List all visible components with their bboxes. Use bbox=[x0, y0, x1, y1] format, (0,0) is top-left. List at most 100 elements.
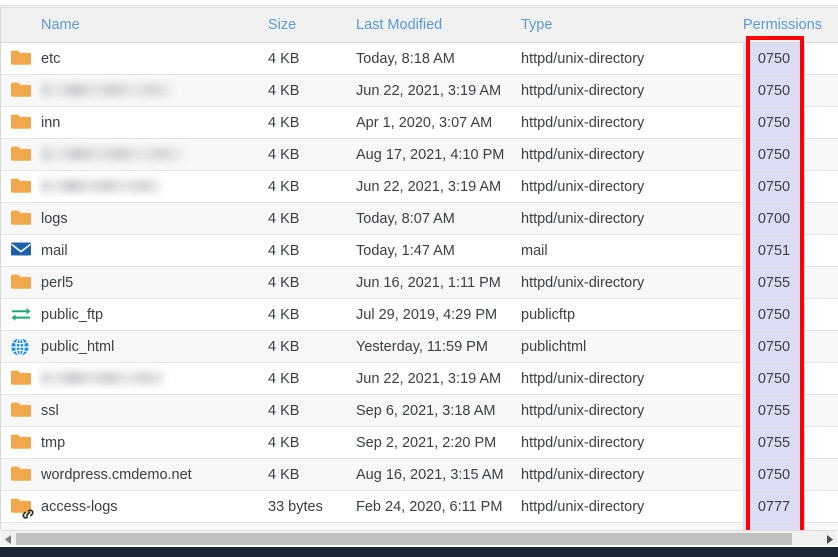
last-modified-cell: Today, 8:18 AM bbox=[356, 43, 521, 75]
folder-icon bbox=[10, 433, 32, 453]
permissions-cell[interactable]: 0755 bbox=[743, 267, 805, 299]
table-row[interactable]: etc4 KBToday, 8:18 AMhttpd/unix-director… bbox=[1, 43, 838, 75]
file-type-cell: publicftp bbox=[521, 299, 743, 331]
permissions-cell[interactable]: 0700 bbox=[743, 203, 805, 235]
last-modified-cell: Sep 2, 2021, 2:20 PM bbox=[356, 427, 521, 459]
permissions-label: 0750 bbox=[758, 83, 790, 99]
row-extra-cell bbox=[805, 459, 838, 491]
file-name-cell[interactable] bbox=[41, 171, 268, 203]
row-extra-cell bbox=[805, 395, 838, 427]
last-modified-label: Today, 8:18 AM bbox=[356, 51, 455, 67]
table-row[interactable]: 4 KBJun 22, 2021, 3:19 AMhttpd/unix-dire… bbox=[1, 171, 838, 203]
table-row[interactable]: tmp4 KBSep 2, 2021, 2:20 PMhttpd/unix-di… bbox=[1, 427, 838, 459]
file-type-cell: httpd/unix-directory bbox=[521, 363, 743, 395]
permissions-cell[interactable]: 0750 bbox=[743, 139, 805, 171]
permissions-cell[interactable]: 0777 bbox=[743, 523, 805, 531]
table-row[interactable]: www11 bytesFeb 24, 2020, 4:23 PMpublicht… bbox=[1, 523, 838, 531]
column-header-type-label: Type bbox=[521, 17, 743, 33]
permissions-cell[interactable]: 0777 bbox=[743, 491, 805, 523]
last-modified-cell: Yesterday, 11:59 PM bbox=[356, 331, 521, 363]
file-name-cell[interactable]: etc bbox=[41, 43, 268, 75]
file-name-cell[interactable]: public_ftp bbox=[41, 299, 268, 331]
row-extra-cell bbox=[805, 203, 838, 235]
table-row[interactable]: mail4 KBToday, 1:47 AMmail0751 bbox=[1, 235, 838, 267]
file-size-cell: 4 KB bbox=[268, 203, 356, 235]
file-size-cell: 4 KB bbox=[268, 267, 356, 299]
last-modified-label: Jun 16, 2021, 1:11 PM bbox=[356, 275, 501, 291]
table-row[interactable]: public_ftp4 KBJul 29, 2019, 4:29 PMpubli… bbox=[1, 299, 838, 331]
table-row[interactable]: 4 KBJun 22, 2021, 3:19 AMhttpd/unix-dire… bbox=[1, 363, 838, 395]
last-modified-label: Today, 8:07 AM bbox=[356, 211, 455, 227]
permissions-cell[interactable]: 0750 bbox=[743, 43, 805, 75]
file-type-label: httpd/unix-directory bbox=[521, 179, 644, 195]
file-type-label: httpd/unix-directory bbox=[521, 83, 644, 99]
column-header-permissions[interactable]: Permissions bbox=[743, 8, 805, 43]
column-header-last-modified[interactable]: Last Modified bbox=[356, 8, 521, 43]
permissions-cell[interactable]: 0755 bbox=[743, 395, 805, 427]
table-row[interactable]: public_html4 KBYesterday, 11:59 PMpublic… bbox=[1, 331, 838, 363]
table-row[interactable]: inn4 KBApr 1, 2020, 3:07 AMhttpd/unix-di… bbox=[1, 107, 838, 139]
permissions-cell[interactable]: 0750 bbox=[743, 363, 805, 395]
file-type-icon-cell bbox=[1, 107, 41, 139]
file-name-cell[interactable]: www bbox=[41, 523, 268, 531]
file-list-scroll-container[interactable]: Name Size Last Modified Type Permissions… bbox=[0, 7, 838, 530]
last-modified-cell: Feb 24, 2020, 6:11 PM bbox=[356, 491, 521, 523]
file-size-label: 4 KB bbox=[268, 179, 299, 195]
file-name-cell[interactable] bbox=[41, 75, 268, 107]
file-type-label: publicftp bbox=[521, 307, 575, 323]
table-row[interactable]: 4 KBJun 22, 2021, 3:19 AMhttpd/unix-dire… bbox=[1, 75, 838, 107]
redacted-file-name bbox=[41, 179, 161, 193]
permissions-cell[interactable]: 0750 bbox=[743, 459, 805, 491]
permissions-cell[interactable]: 0750 bbox=[743, 299, 805, 331]
table-row[interactable]: 4 KBAug 17, 2021, 4:10 PMhttpd/unix-dire… bbox=[1, 139, 838, 171]
table-row[interactable]: ssl4 KBSep 6, 2021, 3:18 AMhttpd/unix-di… bbox=[1, 395, 838, 427]
permissions-cell[interactable]: 0755 bbox=[743, 427, 805, 459]
file-name-cell[interactable]: public_html bbox=[41, 331, 268, 363]
file-type-icon-cell bbox=[1, 171, 41, 203]
file-name-cell[interactable]: access-logs bbox=[41, 491, 268, 523]
file-name-cell[interactable]: tmp bbox=[41, 427, 268, 459]
file-manager-table-panel: Name Size Last Modified Type Permissions… bbox=[0, 0, 838, 557]
last-modified-cell: Sep 6, 2021, 3:18 AM bbox=[356, 395, 521, 427]
file-name-cell[interactable] bbox=[41, 139, 268, 171]
file-name-cell[interactable]: inn bbox=[41, 107, 268, 139]
file-type-label: httpd/unix-directory bbox=[521, 51, 644, 67]
file-name-label: access-logs bbox=[41, 499, 118, 515]
permissions-cell[interactable]: 0750 bbox=[743, 75, 805, 107]
permissions-cell[interactable]: 0750 bbox=[743, 107, 805, 139]
column-header-name[interactable]: Name bbox=[41, 8, 268, 43]
file-type-label: mail bbox=[521, 243, 548, 259]
permissions-cell[interactable]: 0751 bbox=[743, 235, 805, 267]
redacted-file-name bbox=[41, 147, 184, 161]
row-extra-cell bbox=[805, 299, 838, 331]
permissions-cell[interactable]: 0750 bbox=[743, 331, 805, 363]
last-modified-cell: Today, 1:47 AM bbox=[356, 235, 521, 267]
folder-icon bbox=[10, 177, 32, 197]
last-modified-label: Aug 17, 2021, 4:10 PM bbox=[356, 147, 504, 163]
horizontal-scrollbar-thumb[interactable] bbox=[16, 533, 792, 546]
row-extra-cell bbox=[805, 267, 838, 299]
file-name-cell[interactable]: wordpress.cmdemo.net bbox=[41, 459, 268, 491]
file-name-cell[interactable] bbox=[41, 363, 268, 395]
file-name-cell[interactable]: logs bbox=[41, 203, 268, 235]
last-modified-cell: Jun 22, 2021, 3:19 AM bbox=[356, 363, 521, 395]
table-row[interactable]: logs4 KBToday, 8:07 AMhttpd/unix-directo… bbox=[1, 203, 838, 235]
table-row[interactable]: wordpress.cmdemo.net4 KBAug 16, 2021, 3:… bbox=[1, 459, 838, 491]
table-row[interactable]: perl54 KBJun 16, 2021, 1:11 PMhttpd/unix… bbox=[1, 267, 838, 299]
table-row[interactable]: access-logs33 bytesFeb 24, 2020, 6:11 PM… bbox=[1, 491, 838, 523]
column-header-type[interactable]: Type bbox=[521, 8, 743, 43]
file-type-cell: httpd/unix-directory bbox=[521, 43, 743, 75]
redacted-file-name bbox=[41, 83, 173, 97]
file-size-cell: 4 KB bbox=[268, 363, 356, 395]
file-size-label: 4 KB bbox=[268, 115, 299, 131]
column-header-size[interactable]: Size bbox=[268, 8, 356, 43]
file-name-label: mail bbox=[41, 243, 68, 259]
file-name-cell[interactable]: mail bbox=[41, 235, 268, 267]
folder-icon bbox=[10, 49, 32, 69]
file-name-label: logs bbox=[41, 211, 68, 227]
file-name-cell[interactable]: ssl bbox=[41, 395, 268, 427]
file-name-cell[interactable]: perl5 bbox=[41, 267, 268, 299]
permissions-cell[interactable]: 0750 bbox=[743, 171, 805, 203]
file-size-cell: 4 KB bbox=[268, 139, 356, 171]
file-name-label: etc bbox=[41, 51, 60, 67]
